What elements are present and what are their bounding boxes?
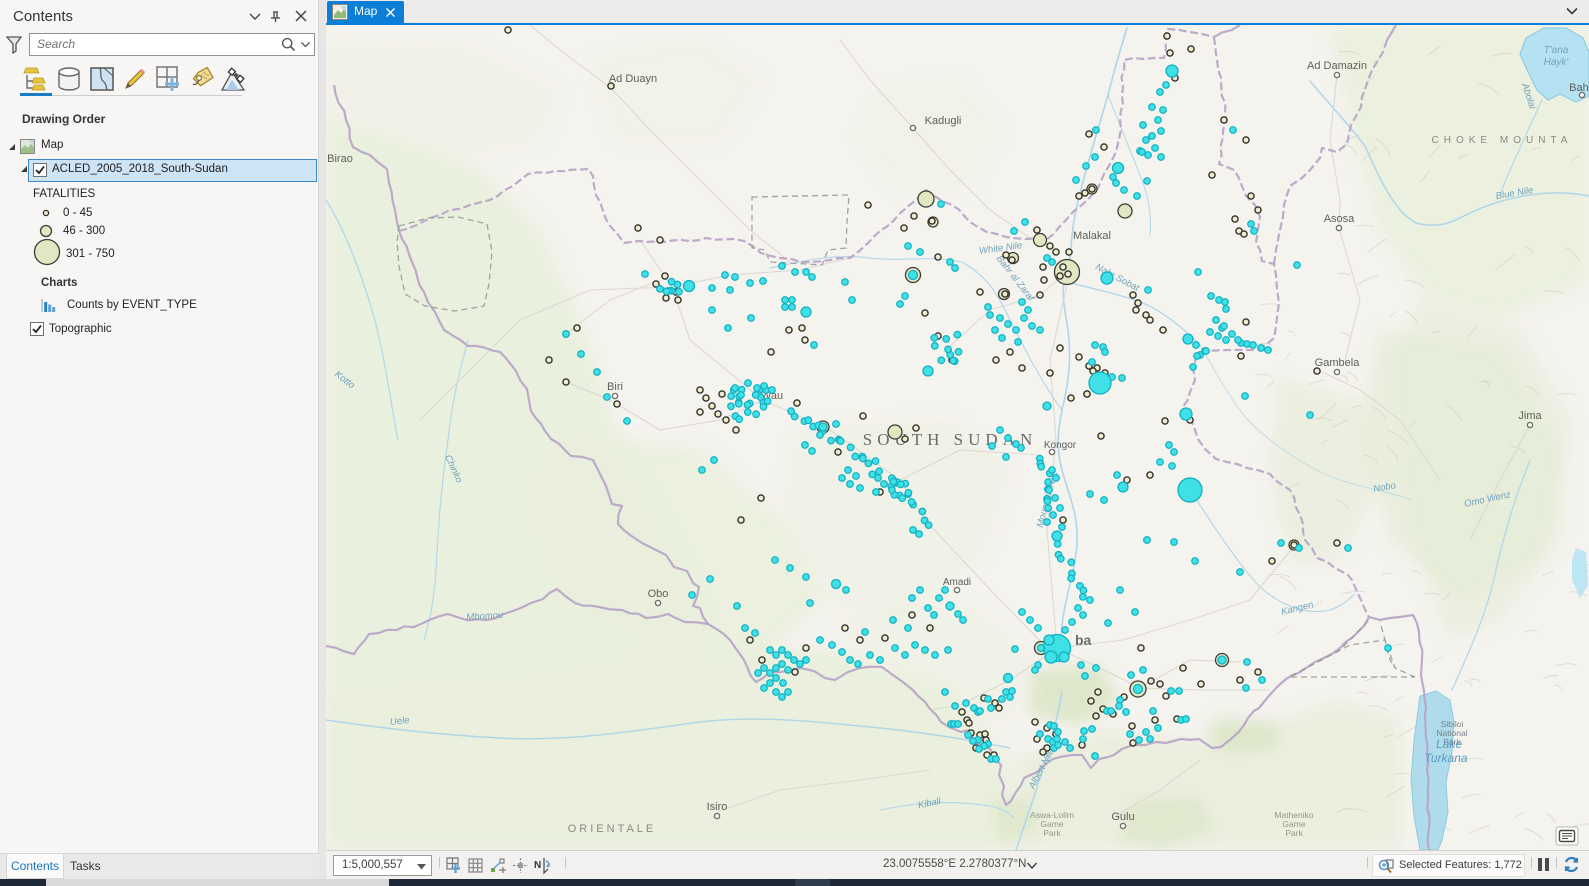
svg-text:Kadugli: Kadugli — [925, 115, 962, 127]
svg-text:ORIENTALE: ORIENTALE — [568, 823, 657, 835]
svg-text:Lake: Lake — [1436, 737, 1462, 751]
svg-text:Park: Park — [1285, 828, 1303, 838]
svg-text:Park: Park — [1043, 828, 1061, 838]
svg-text:Kongor: Kongor — [1044, 440, 1077, 451]
svg-text:Bahir: Bahir — [1569, 82, 1589, 94]
svg-text:CHOKE MOUNTA: CHOKE MOUNTA — [1432, 135, 1573, 146]
svg-text:Turkana: Turkana — [1424, 751, 1467, 765]
svg-text:Gambela: Gambela — [1315, 357, 1361, 369]
svg-text:ba: ba — [1075, 632, 1092, 648]
svg-text:Biri: Biri — [607, 381, 623, 393]
svg-text:Gulu: Gulu — [1111, 811, 1134, 823]
svg-text:Birao: Birao — [327, 153, 353, 165]
svg-text:Asosa: Asosa — [1324, 213, 1355, 225]
svg-text:Hayk': Hayk' — [1544, 57, 1570, 68]
svg-text:Obo: Obo — [648, 588, 669, 600]
svg-text:N: N — [534, 860, 541, 871]
svg-text:Uele: Uele — [389, 715, 410, 728]
svg-text:Amadi: Amadi — [943, 577, 971, 588]
svg-text:T'ana: T'ana — [1544, 45, 1569, 56]
svg-text:Ad Damazin: Ad Damazin — [1307, 60, 1367, 72]
svg-text:Jima: Jima — [1518, 410, 1542, 422]
svg-text:Malakal: Malakal — [1073, 230, 1111, 242]
svg-text:Ad Duayn: Ad Duayn — [609, 73, 657, 85]
svg-text:Isiro: Isiro — [707, 801, 728, 813]
